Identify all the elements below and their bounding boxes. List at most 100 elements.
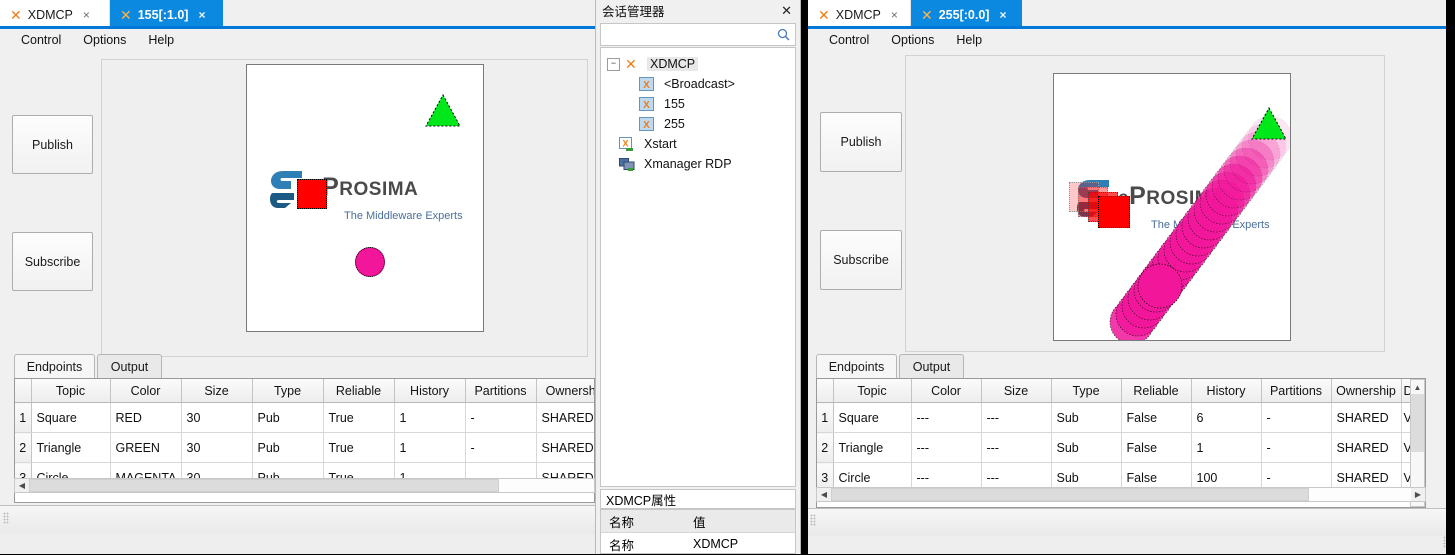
cell-ownership: SHARED	[536, 432, 594, 463]
tab-output-left[interactable]: Output	[97, 354, 162, 378]
hscroll-track[interactable]	[29, 479, 594, 492]
left-stage: ePROSIMA The Middleware Experts	[101, 59, 588, 357]
left-menubar: Control Options Help	[0, 29, 595, 51]
col-color[interactable]: Color	[911, 379, 982, 403]
tab-output-right[interactable]: Output	[899, 354, 964, 378]
collapse-icon[interactable]: −	[607, 57, 620, 71]
session-search-input[interactable]	[605, 26, 773, 45]
x-session-icon: X	[639, 116, 655, 132]
subscribe-button-right[interactable]: Subscribe	[820, 230, 902, 290]
tree-item-xstart[interactable]: X Xstart	[601, 134, 795, 154]
col-size[interactable]: Size	[181, 379, 253, 403]
properties-row[interactable]: 名称 XDMCP	[601, 533, 795, 555]
row-number: 2	[817, 432, 834, 463]
publish-label: Publish	[840, 135, 882, 149]
scroll-left-arrow[interactable]: ◀	[15, 479, 29, 492]
col-topic[interactable]: Topic	[833, 379, 912, 403]
table-row[interactable]: 2 Triangle GREEN 30 Pub True 1 - SHARED	[15, 432, 594, 463]
row-number: 1	[817, 402, 834, 433]
properties-grid[interactable]: 名称 值 名称 XDMCP	[600, 509, 796, 554]
vscroll-thumb[interactable]	[1411, 394, 1424, 452]
close-icon[interactable]: ×	[198, 8, 205, 22]
tab-label: 255[:0.0]	[938, 7, 990, 22]
publish-button-right[interactable]: Publish	[820, 112, 902, 172]
col-type[interactable]: Type	[252, 379, 324, 403]
x-logo-icon: ✕	[120, 6, 132, 23]
menu-help[interactable]: Help	[137, 33, 185, 47]
tree-label: 255	[664, 117, 685, 131]
right-shapes-canvas[interactable]: ePROSIMA The Middleware Experts	[1053, 73, 1291, 341]
col-partitions[interactable]: Partitions	[465, 379, 537, 403]
search-icon[interactable]	[777, 28, 790, 41]
hscroll-thumb[interactable]	[29, 479, 499, 492]
cell-size: 30	[181, 402, 253, 433]
table-row[interactable]: 1 Square RED 30 Pub True 1 - SHARED	[15, 402, 594, 433]
right-table-hscrollbar[interactable]: ◀ ▶	[816, 487, 1426, 502]
tab-label: Output	[912, 359, 951, 374]
close-icon[interactable]: ×	[999, 8, 1006, 22]
col-partitions[interactable]: Partitions	[1261, 379, 1332, 403]
tab-255-right[interactable]: ✕ 255[:0.0] ×	[911, 0, 1022, 29]
cell-topic: Square	[31, 402, 111, 433]
tab-155-left[interactable]: ✕ 155[:1.0] ×	[110, 0, 223, 29]
col-color[interactable]: Color	[110, 379, 182, 403]
menu-options[interactable]: Options	[880, 33, 945, 47]
menu-help[interactable]: Help	[945, 33, 993, 47]
tab-label: 155[:1.0]	[137, 7, 189, 22]
col-history[interactable]: History	[394, 379, 466, 403]
col-reliable[interactable]: Reliable	[323, 379, 395, 403]
scroll-right-arrow[interactable]: ▶	[1411, 488, 1425, 501]
corner-cell	[15, 379, 32, 403]
table-row[interactable]: 1 Square --- --- Sub False 6 - SHARED VO…	[817, 402, 1425, 433]
close-icon[interactable]: ×	[83, 8, 90, 22]
menu-control[interactable]: Control	[818, 33, 880, 47]
cell-history: 1	[1191, 432, 1262, 463]
scroll-up-arrow[interactable]: ▲	[1411, 380, 1424, 394]
left-statusbar-grip[interactable]	[3, 512, 9, 524]
x-logo-icon: ✕	[921, 6, 933, 23]
right-shapes-demo-app: Publish Subscribe ePROSIMA	[808, 50, 1455, 554]
tree-item-broadcast[interactable]: X <Broadcast>	[601, 74, 795, 94]
tree-item-xmanager-rdp[interactable]: Xmanager RDP	[601, 154, 795, 174]
publish-button-left[interactable]: Publish	[12, 115, 93, 174]
hscroll-track[interactable]	[831, 488, 1411, 501]
close-icon[interactable]: ✕	[781, 3, 792, 19]
tabbar-empty-area	[223, 0, 595, 29]
tree-item-155[interactable]: X 155	[601, 94, 795, 114]
left-statusbar	[0, 505, 595, 536]
hscroll-thumb[interactable]	[831, 488, 1309, 501]
col-history[interactable]: History	[1191, 379, 1262, 403]
scroll-left-arrow[interactable]: ◀	[817, 488, 831, 501]
row-number: 1	[15, 402, 32, 433]
subscribe-button-left[interactable]: Subscribe	[12, 232, 93, 291]
menu-control[interactable]: Control	[10, 33, 72, 47]
col-size[interactable]: Size	[981, 379, 1052, 403]
session-search-box[interactable]	[600, 23, 796, 46]
col-reliable[interactable]: Reliable	[1121, 379, 1192, 403]
close-icon[interactable]: ×	[891, 8, 898, 22]
col-topic[interactable]: Topic	[31, 379, 111, 403]
rdp-icon	[619, 157, 635, 172]
tab-xdmcp-left[interactable]: ✕ XDMCP ×	[0, 0, 110, 29]
right-statusbar-grip[interactable]	[810, 514, 816, 526]
tree-item-xdmcp[interactable]: − ✕ XDMCP	[601, 54, 795, 74]
table-header-row: Topic Color Size Type Reliable History P…	[817, 379, 1425, 403]
col-ownership[interactable]: Ownership	[1331, 379, 1402, 403]
col-ownership[interactable]: Ownership	[536, 379, 594, 403]
tab-endpoints-left[interactable]: Endpoints	[14, 354, 95, 378]
right-subtabs: Endpoints Output	[816, 354, 1416, 378]
left-shapes-canvas[interactable]: ePROSIMA The Middleware Experts	[246, 64, 484, 332]
session-tree[interactable]: − ✕ XDMCP X <Broadcast> X 155 X 255 X Xs…	[600, 47, 796, 487]
tree-item-255[interactable]: X 255	[601, 114, 795, 134]
table-row[interactable]: 2 Triangle --- --- Sub False 1 - SHARED …	[817, 432, 1425, 463]
left-table-hscrollbar[interactable]: ◀	[14, 478, 595, 493]
tab-label: Endpoints	[828, 359, 885, 374]
tab-endpoints-right[interactable]: Endpoints	[816, 354, 897, 378]
cell-reliable: False	[1121, 432, 1192, 463]
cell-ownership: SHARED	[536, 402, 594, 433]
tab-xdmcp-right[interactable]: ✕ XDMCP ×	[808, 0, 911, 29]
col-type[interactable]: Type	[1051, 379, 1122, 403]
cell-history: 1	[394, 432, 466, 463]
left-subtabs: Endpoints Output	[14, 354, 574, 378]
menu-options[interactable]: Options	[72, 33, 137, 47]
